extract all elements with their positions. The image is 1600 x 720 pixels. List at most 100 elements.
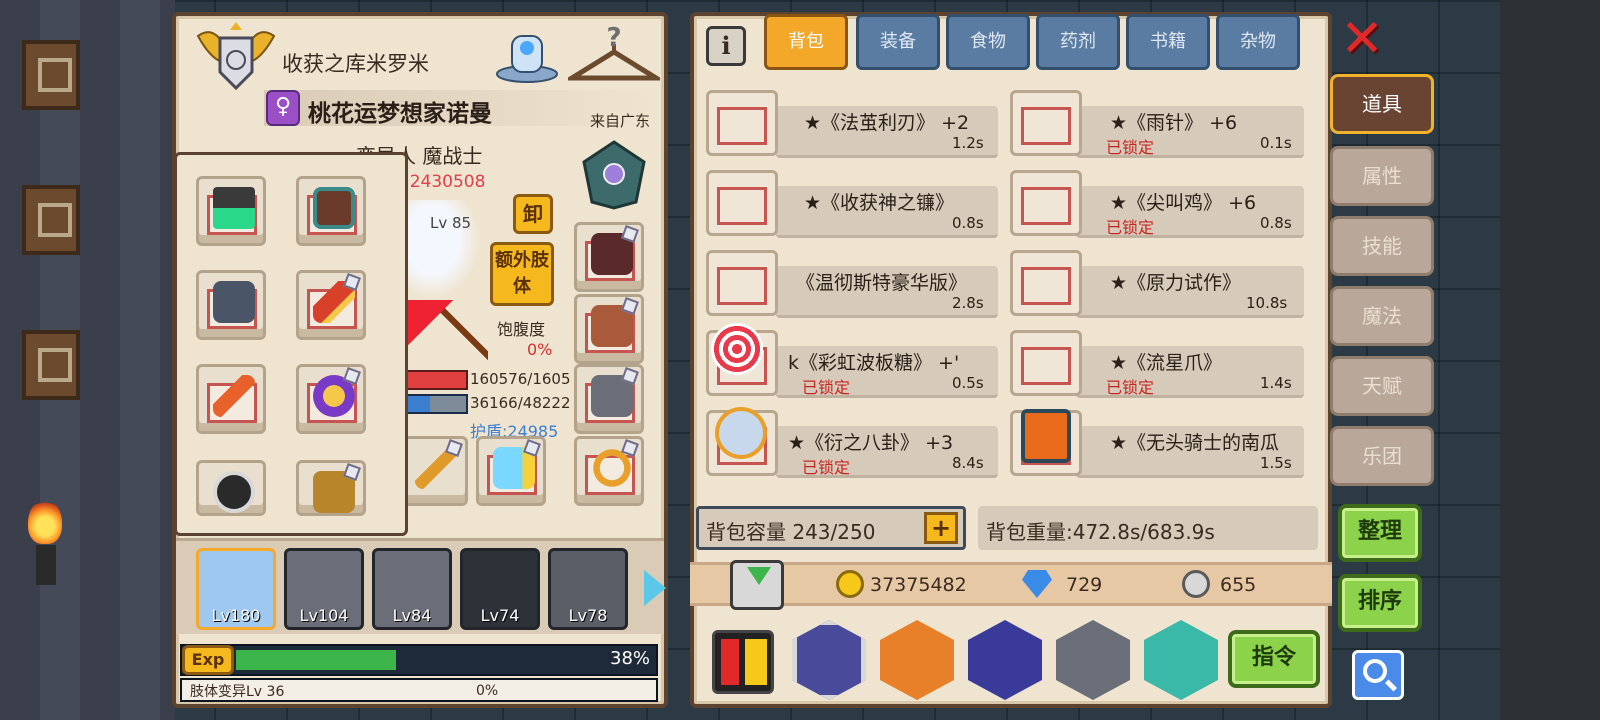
item-icon-scythe[interactable] [706, 170, 778, 236]
equip-slot-armor[interactable] [574, 294, 644, 364]
mp-bar [404, 394, 468, 414]
side-tab-attributes[interactable]: 属性 [1330, 146, 1434, 206]
item-name: 《温彻斯特豪华版》 [796, 272, 968, 294]
guild-emblem-icon[interactable] [194, 22, 278, 92]
equip-slot-staff[interactable] [398, 436, 468, 506]
pet-device-icon[interactable] [494, 26, 560, 86]
limb-mutation-label: 肢体变异Lv 36 [190, 684, 285, 700]
character-weapon [408, 300, 488, 370]
background-right-wall [1500, 0, 1600, 720]
item-icon-force-prototype[interactable] [1010, 250, 1082, 316]
inventory-list: ★《法茧利刃》 +2 1.2s ★《雨针》 +6 已锁定 0.1s ★《收获神之… [706, 80, 1310, 484]
sort-button[interactable]: 整理 [1338, 504, 1422, 562]
item-icon-lollipop[interactable] [706, 323, 778, 396]
item-icon-screaming-chicken[interactable] [1010, 170, 1082, 236]
item-locked: 已锁定 [802, 378, 851, 397]
accessory-slot-chain[interactable] [296, 460, 366, 516]
side-tab-talent[interactable]: 天赋 [1330, 356, 1434, 416]
accessory-slot-device[interactable] [196, 460, 266, 516]
expand-bag-plus-icon[interactable]: + [924, 512, 958, 544]
item-name: ★《尖叫鸡》 +6 [1110, 192, 1257, 214]
bag-weight: 背包重量:472.8s/683.9s [986, 520, 1215, 544]
guild-name: 收获之库米罗米 [282, 52, 429, 76]
accessory-slot-spear[interactable] [196, 364, 266, 434]
item-time: 1.2s [952, 134, 984, 152]
info-icon[interactable]: i [706, 26, 746, 66]
bag-capacity: 背包容量 243/250 [706, 520, 876, 544]
tab-bag[interactable]: 背包 [764, 14, 848, 70]
diamond-amount: 729 [1066, 574, 1103, 596]
item-name: ★《流星爪》 [1110, 352, 1223, 374]
item-icon-pumpkin-shield[interactable] [1010, 409, 1082, 476]
side-tab-magic[interactable]: 魔法 [1330, 286, 1434, 346]
item-icon-blade[interactable] [706, 90, 778, 156]
side-tab-items[interactable]: 道具 [1330, 74, 1434, 134]
command-button[interactable]: 指令 [1228, 630, 1320, 688]
party-member[interactable]: Lv74 [460, 548, 540, 630]
side-tab-band[interactable]: 乐团 [1330, 426, 1434, 486]
accessory-slot-ring[interactable] [296, 364, 366, 434]
item-locked: 已锁定 [1106, 138, 1155, 157]
party-member[interactable]: Lv84 [372, 548, 452, 630]
party-member[interactable]: Lv104 [284, 548, 364, 630]
item-icon-bagua[interactable] [706, 407, 778, 476]
talisman-badge-icon[interactable] [582, 140, 646, 210]
party-next-arrow-icon[interactable] [644, 570, 666, 606]
equip-slot-ring[interactable] [574, 436, 644, 506]
equip-slot-water-gun[interactable] [476, 436, 546, 506]
satiety-value: 0% [527, 340, 553, 359]
search-icon[interactable] [1352, 650, 1404, 700]
close-icon[interactable]: ✕ [1334, 13, 1390, 70]
unequip-button[interactable]: 卸 [513, 194, 553, 234]
item-time: 8.4s [952, 454, 984, 472]
item-name: ★《雨针》 +6 [1110, 112, 1238, 134]
tab-misc[interactable]: 杂物 [1216, 14, 1300, 70]
item-locked: 已锁定 [802, 458, 851, 477]
item-icon-rain-needle[interactable] [1010, 90, 1082, 156]
limb-mutation-percent: 0% [476, 683, 499, 699]
item-name: ★《法茧利刃》 +2 [804, 112, 970, 134]
party-member[interactable]: Lv78 [548, 548, 628, 630]
item-time: 0.8s [952, 214, 984, 232]
accessory-slot-cloak[interactable] [296, 176, 366, 246]
item-time: 1.4s [1260, 374, 1292, 392]
item-name: ★《原力试作》 [1110, 272, 1242, 294]
item-locked: 已锁定 [1106, 378, 1155, 397]
item-name: ★《收获神之镰》 [804, 192, 955, 214]
accessory-slot-gauntlet[interactable] [196, 270, 266, 340]
tab-books[interactable]: 书籍 [1126, 14, 1210, 70]
background-chair [22, 330, 80, 400]
silver-coin-icon [1182, 570, 1210, 598]
accessory-slot-blade[interactable] [296, 270, 366, 340]
item-name: k《彩虹波板糖》 +' [788, 352, 960, 374]
item-name: ★《衍之八卦》 +3 [788, 432, 954, 454]
item-name: ★《无头骑士的南瓜 [1110, 432, 1280, 454]
torch-stand [36, 545, 56, 585]
party-member[interactable]: Lv180 [196, 548, 276, 630]
equip-slot-boots[interactable] [574, 364, 644, 434]
item-time: 0.1s [1260, 134, 1292, 152]
skill-priority-icon[interactable] [712, 630, 774, 694]
power-value: :2430508 [404, 172, 486, 192]
tab-equipment[interactable]: 装备 [856, 14, 940, 70]
tab-food[interactable]: 食物 [946, 14, 1030, 70]
torch-fire-icon [28, 500, 62, 544]
item-time: 1.5s [1260, 454, 1292, 472]
item-icon-winchester[interactable] [706, 250, 778, 316]
item-icon-meteor-claw[interactable] [1010, 330, 1082, 396]
background-chair [22, 185, 80, 255]
exp-bar-fill [236, 650, 396, 670]
extra-limb-button[interactable]: 额外肢体 [490, 242, 554, 306]
wardrobe-hanger-icon[interactable]: ? [563, 22, 665, 88]
side-tab-skills[interactable]: 技能 [1330, 216, 1434, 276]
player-location: 来自广东 [590, 112, 651, 130]
gold-coin-icon [836, 570, 864, 598]
equip-slot-gauntlet[interactable] [574, 222, 644, 292]
accessory-slot-goggles[interactable] [196, 176, 266, 246]
tab-potion[interactable]: 药剂 [1036, 14, 1120, 70]
player-name: 桃花运梦想家诺曼 [308, 101, 492, 127]
order-button[interactable]: 排序 [1338, 574, 1422, 632]
deposit-chest-icon[interactable] [730, 560, 784, 610]
mp-value: 36166/48222 [470, 394, 571, 412]
item-locked: 已锁定 [1106, 218, 1155, 237]
